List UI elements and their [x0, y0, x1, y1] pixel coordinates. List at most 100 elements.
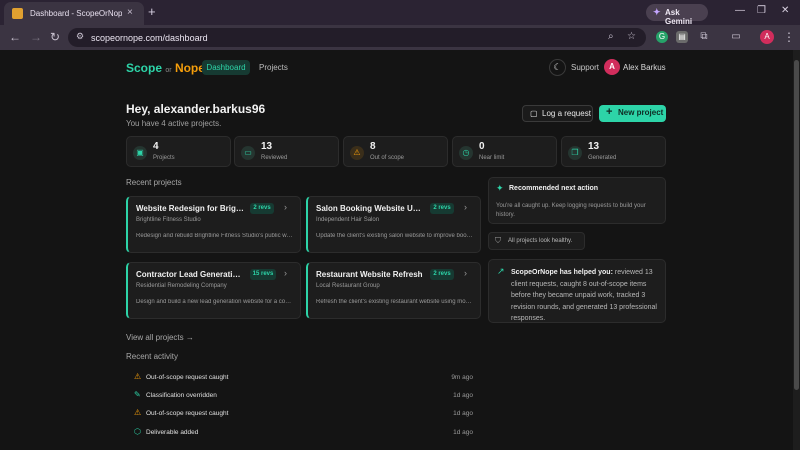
warning-icon: ⚠ [350, 146, 364, 160]
stat-out-of-scope: ⚠ 8 Out of scope [343, 136, 448, 167]
close-tab-icon[interactable]: × [127, 7, 133, 19]
revisions-badge: 15 revs [250, 269, 276, 280]
project-card[interactable]: Website Redesign for Brightline Fitness … [126, 196, 301, 253]
sparkle-icon: ✦ [653, 7, 661, 17]
browser-tab-bar: Dashboard - ScopeOrNope — S × + ✦ Ask Ge… [0, 0, 800, 26]
project-client: Residential Remodeling Company [136, 283, 227, 289]
address-bar: ← → ↻ ⚙ scopeornope.com/dashboard ⌕ ☆ G … [0, 25, 800, 50]
project-title: Salon Booking Website Update [316, 204, 424, 213]
message-icon: ▢ [530, 109, 538, 118]
browser-tab[interactable]: Dashboard - ScopeOrNope — S × [4, 2, 144, 25]
activity-time: 1d ago [453, 392, 473, 399]
new-tab-icon[interactable]: + [148, 5, 156, 19]
stat-label: Reviewed [261, 155, 288, 161]
project-title: Restaurant Website Refresh [316, 270, 423, 279]
restore-icon[interactable]: ❐ [757, 5, 766, 16]
project-card[interactable]: Restaurant Website Refresh 2 revs › Loca… [306, 262, 481, 319]
stat-reviewed: ▭ 13 Reviewed [234, 136, 339, 167]
reload-icon[interactable]: ↻ [50, 30, 60, 44]
stat-label: Out of scope [370, 155, 405, 161]
cast-icon[interactable]: ▭ [730, 31, 742, 43]
chevron-right-icon: › [464, 202, 467, 212]
log-request-button[interactable]: ▢ Log a request [522, 105, 593, 122]
zoom-icon[interactable]: ⌕ [608, 31, 614, 42]
activity-text: Out-of-scope request caught [146, 410, 229, 417]
log-request-label: Log a request [542, 109, 591, 118]
activity-item: ⚠ Out-of-scope request caught 9m ago [134, 372, 473, 386]
bookmark-star-icon[interactable]: ☆ [627, 31, 636, 42]
logo-scope: Scope [126, 61, 163, 75]
stat-value: 13 [588, 141, 600, 152]
page-scrollbar[interactable] [793, 50, 800, 450]
project-client: Local Restaurant Group [316, 283, 380, 289]
view-all-projects-link[interactable]: View all projects → [126, 333, 194, 342]
grammarly-extension-icon[interactable]: G [656, 31, 668, 43]
chevron-right-icon: › [284, 202, 287, 212]
stat-label: Projects [153, 155, 175, 161]
impact-summary-text: ScopeOrNope has helped you: reviewed 13 … [511, 267, 661, 325]
site-settings-icon[interactable]: ⚙ [76, 31, 84, 42]
pencil-icon: ✎ [134, 390, 141, 399]
project-client: Independent Hair Salon [316, 217, 380, 223]
chevron-right-icon: › [464, 268, 467, 278]
recommended-action-card: ✦ Recommended next action You're all cau… [488, 177, 666, 224]
nav-projects[interactable]: Projects [259, 63, 288, 72]
recent-projects-heading: Recent projects [126, 178, 182, 187]
revisions-badge: 2 revs [430, 269, 454, 280]
impact-details: reviewed 13 client requests, caught 8 ou… [511, 269, 657, 322]
message-icon: ▭ [241, 146, 255, 160]
plus-icon: + [606, 106, 613, 118]
stat-value: 8 [370, 141, 376, 152]
stat-generated: ❐ 13 Generated [561, 136, 666, 167]
new-project-button[interactable]: + New project [599, 105, 666, 122]
activity-text: Classification overridden [146, 392, 217, 399]
cube-icon: ⬡ [134, 427, 141, 436]
user-avatar[interactable]: A [604, 59, 620, 75]
forward-icon[interactable]: → [30, 30, 42, 44]
nav-dashboard[interactable]: Dashboard [202, 60, 250, 75]
recent-activity-heading: Recent activity [126, 352, 179, 361]
url-text: scopeornope.com/dashboard [91, 33, 208, 43]
stat-projects: ▣ 4 Projects [126, 136, 231, 167]
revisions-badge: 2 revs [430, 203, 454, 214]
project-title: Contractor Lead Generation Website [136, 270, 244, 279]
activity-time: 1d ago [453, 429, 473, 436]
sparkle-icon: ✦ [496, 183, 504, 193]
minimize-icon[interactable]: — [735, 5, 745, 16]
active-projects-summary: You have 4 active projects. [126, 119, 222, 128]
recommended-text: You're all caught up. Keep logging reque… [496, 203, 646, 218]
logo-nope: Nope [174, 61, 205, 75]
scrollbar-thumb[interactable] [794, 60, 799, 390]
dashboard-page: Scope or Nope Dashboard Projects ☾ Suppo… [0, 50, 793, 450]
revisions-badge: 2 revs [250, 203, 274, 214]
support-link[interactable]: Support [571, 63, 599, 72]
activity-time: 1d ago [453, 410, 473, 417]
activity-item: ✎ Classification overridden 1d ago [134, 390, 473, 404]
url-field[interactable]: ⚙ scopeornope.com/dashboard ⌕ ☆ [68, 28, 646, 47]
stat-value: 0 [479, 141, 485, 152]
ask-gemini-button[interactable]: ✦ Ask Gemini [646, 4, 708, 26]
browser-menu-icon[interactable]: ⋮ [783, 30, 795, 44]
back-icon[interactable]: ← [9, 30, 21, 44]
close-window-icon[interactable]: ✕ [781, 5, 789, 16]
app-logo[interactable]: Scope or Nope [126, 61, 205, 75]
project-description: Refresh the client's existing restaurant… [316, 299, 474, 305]
extension-icon[interactable]: ▤ [676, 31, 688, 43]
logo-or: or [165, 67, 172, 74]
stat-label: Generated [588, 155, 617, 161]
project-card[interactable]: Contractor Lead Generation Website 15 re… [126, 262, 301, 319]
chevron-right-icon: › [284, 268, 287, 278]
shield-icon: ⛉ [495, 236, 501, 245]
page-greeting: Hey, alexander.barkus96 [126, 102, 266, 116]
user-name[interactable]: Alex Barkus [623, 63, 666, 72]
activity-time: 9m ago [451, 374, 473, 381]
extensions-puzzle-icon[interactable]: ⧉ [698, 31, 710, 43]
activity-item: ⚠ Out-of-scope request caught 1d ago [134, 408, 473, 422]
activity-item: ⬡ Deliverable added 1d ago [134, 427, 473, 441]
project-card[interactable]: Salon Booking Website Update 2 revs › In… [306, 196, 481, 253]
new-project-label: New project [618, 108, 664, 117]
favicon-icon [12, 8, 23, 19]
theme-toggle-moon-icon[interactable]: ☾ [549, 59, 566, 76]
activity-text: Out-of-scope request caught [146, 374, 229, 381]
browser-profile-avatar[interactable]: A [760, 30, 774, 44]
